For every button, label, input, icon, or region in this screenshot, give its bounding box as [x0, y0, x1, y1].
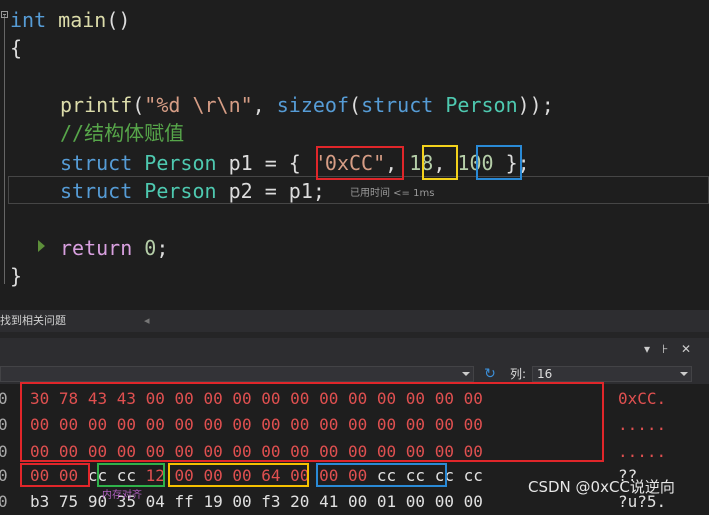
code-token: 0 — [144, 236, 157, 260]
chevron-left-icon[interactable]: ◂ — [144, 310, 150, 332]
code-token: Person — [445, 93, 518, 117]
code-token: p2 = p1; — [216, 179, 325, 203]
memory-ascii: ..... — [618, 442, 667, 461]
code-token: struct — [60, 151, 133, 175]
memory-byte[interactable]: 01 — [377, 492, 396, 511]
refresh-icon[interactable]: ↻ — [482, 366, 498, 382]
highlight-box-age-bytes — [168, 463, 309, 487]
code-token: , — [252, 93, 277, 117]
run-to-here-icon[interactable] — [38, 240, 45, 252]
close-icon[interactable]: ✕ — [681, 342, 691, 356]
memory-byte[interactable]: 00 — [348, 492, 367, 511]
memory-byte[interactable]: ff — [175, 492, 194, 511]
memory-byte[interactable]: 75 — [59, 492, 78, 511]
memory-bytes: b3 75 90 35 04 ff 19 00 f3 20 41 00 01 0… — [30, 488, 483, 515]
highlight-box-padding — [97, 463, 165, 487]
code-token: ( — [349, 93, 362, 117]
window-menu-icon[interactable]: ▾ — [644, 342, 650, 356]
error-panel-tab[interactable]: 找到相关问题 ◂ — [0, 310, 709, 332]
padding-note: 内存对齐 — [102, 490, 142, 501]
highlight-box-age — [422, 145, 458, 180]
code-token: struct — [361, 93, 434, 117]
memory-byte[interactable]: cc — [464, 466, 483, 485]
column-label: 列: — [510, 367, 527, 381]
memory-byte[interactable]: 04 — [146, 492, 165, 511]
memory-window-header: ▾ ⊦ ✕ — [0, 338, 709, 364]
code-token: int — [10, 8, 47, 32]
memory-byte[interactable]: 20 — [290, 492, 309, 511]
code-token: Person — [144, 179, 217, 203]
code-line[interactable]: struct Person p2 = p1; — [60, 177, 325, 205]
code-token: )); — [517, 93, 554, 117]
highlight-box-score — [476, 145, 522, 180]
column-value: 16 — [537, 367, 553, 381]
highlight-box-name — [316, 146, 404, 180]
code-token: Person — [144, 151, 217, 175]
memory-ascii: ..... — [618, 415, 667, 434]
code-token: ; — [156, 236, 169, 260]
chevron-down-icon — [462, 372, 470, 376]
address-input[interactable] — [0, 366, 474, 382]
memory-address: 0 — [0, 389, 8, 408]
code-token: "%d \r\n" — [144, 93, 253, 117]
watermark: CSDN @0xCC说逆向 — [528, 478, 675, 496]
highlight-box-score-bytes — [316, 463, 447, 487]
memory-byte[interactable]: 00 — [232, 492, 251, 511]
memory-byte[interactable]: f3 — [261, 492, 280, 511]
code-token: //结构体赋值 — [60, 121, 185, 145]
code-editor[interactable]: int main(){printf("%d \r\n", sizeof(stru… — [0, 0, 709, 310]
memory-byte[interactable]: 00 — [464, 492, 483, 511]
memory-address: 0 — [0, 466, 8, 485]
panel-title: 找到相关问题 — [0, 314, 66, 327]
code-token: } — [10, 264, 23, 288]
memory-ascii: 0xCC. — [618, 389, 667, 408]
fold-toggle-icon[interactable] — [1, 11, 8, 18]
memory-address: 0 — [0, 492, 8, 511]
code-line[interactable]: int main() — [10, 6, 130, 34]
column-select[interactable]: 16 — [532, 366, 692, 382]
highlight-box-name-tail — [20, 463, 90, 487]
memory-toolbar: ↻ 列: 16 — [0, 364, 709, 384]
code-line[interactable]: { — [10, 34, 22, 62]
highlight-box-name-bytes — [20, 382, 604, 462]
code-token: () — [106, 8, 131, 32]
code-line[interactable]: printf("%d \r\n", sizeof(struct Person))… — [60, 91, 554, 119]
memory-byte[interactable]: 00 — [406, 492, 425, 511]
code-token: { — [10, 36, 23, 60]
fold-guide — [4, 14, 5, 284]
code-token: ( — [132, 93, 145, 117]
memory-byte[interactable]: 41 — [319, 492, 338, 511]
memory-byte[interactable]: 00 — [435, 492, 454, 511]
code-token: return — [60, 236, 133, 260]
elapsed-time-hint: 已用时间 <= 1ms — [350, 188, 435, 199]
code-line[interactable]: } — [10, 262, 22, 290]
code-token: struct — [60, 179, 133, 203]
memory-byte[interactable]: b3 — [30, 492, 49, 511]
code-token: sizeof — [276, 93, 350, 117]
code-line[interactable]: return 0; — [60, 234, 168, 262]
code-token: printf — [60, 93, 133, 117]
code-line[interactable]: struct Person p1 = { "0xCC", 18, 100 }; — [60, 149, 530, 177]
pin-icon[interactable]: ⊦ — [662, 342, 668, 356]
code-token: p1 = { — [216, 151, 313, 175]
code-token: main — [58, 8, 107, 32]
memory-address: 0 — [0, 415, 8, 434]
memory-address: 0 — [0, 442, 8, 461]
chevron-down-icon — [680, 372, 688, 376]
memory-byte[interactable]: 19 — [203, 492, 222, 511]
code-line[interactable]: //结构体赋值 — [60, 119, 184, 147]
